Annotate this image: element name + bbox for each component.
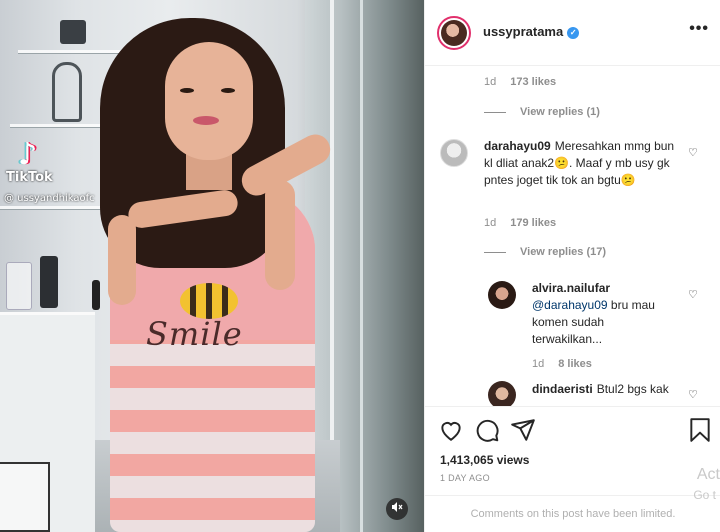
tiktok-label: TikTok [6, 170, 53, 185]
person-eye [221, 88, 235, 93]
comment-username[interactable]: darahayu09 [484, 139, 551, 153]
reply-body: alvira.nailufar @darahayu09 bru mau kome… [532, 280, 672, 348]
comment-body: darahayu09 Meresahkan mmg bun kl dliat an… [484, 138, 684, 189]
view-replies-button[interactable]: View replies (1) [484, 106, 600, 118]
avatar[interactable] [437, 16, 471, 50]
view-replies-button[interactable]: View replies (17) [484, 246, 606, 258]
view-replies-label[interactable]: View replies (17) [520, 246, 606, 258]
reply-username[interactable]: dindaeristi [532, 382, 593, 396]
like-heart-icon[interactable]: ♡ [688, 146, 698, 159]
comment-likes[interactable]: 173 likes [510, 76, 556, 88]
mention-link[interactable]: @darahayu09 [532, 298, 608, 312]
reply-time: 1d [532, 358, 545, 370]
reply-text: Btul2 bgs kak [596, 382, 669, 396]
bottle [92, 280, 100, 310]
like-heart-icon[interactable]: ♡ [688, 388, 698, 401]
view-count[interactable]: 1,413,065 views [440, 453, 529, 467]
reply-body: dindaeristi Btul2 bgs kak [532, 381, 682, 398]
shelf-object [60, 20, 86, 44]
more-options-icon[interactable]: ••• [689, 20, 709, 38]
bottle [40, 256, 58, 308]
post-actions: 1,413,065 views 1 DAY AGO Comments on th… [425, 406, 720, 532]
person-eye [180, 88, 194, 93]
post-header: ussypratama ✓ ••• [425, 0, 720, 66]
bee-print [180, 283, 238, 319]
comment-icon[interactable] [474, 417, 500, 443]
glass-shelf [0, 206, 108, 210]
speaker-muted-icon [392, 502, 403, 512]
avatar[interactable] [488, 281, 516, 309]
comment-likes[interactable]: 179 likes [510, 217, 556, 229]
comments-limited-notice: Comments on this post have been limited. [425, 495, 720, 532]
shelf-object [52, 62, 82, 122]
reply-meta: 1d 8 likes [532, 358, 592, 370]
avatar[interactable] [488, 381, 516, 406]
bookmark-icon[interactable] [687, 417, 713, 443]
view-replies-label[interactable]: View replies (1) [520, 106, 600, 118]
comment-time: 1d [484, 76, 497, 88]
avatar[interactable] [440, 139, 468, 167]
username-text[interactable]: ussypratama [483, 24, 563, 39]
activation-watermark-sub: Go t [693, 488, 716, 502]
replies-divider [484, 251, 506, 253]
person-face [165, 42, 253, 160]
jar [6, 262, 32, 310]
shirt-text: Smile [146, 315, 243, 353]
person-lips [193, 116, 219, 125]
cabinet-small [0, 462, 50, 532]
comment-time: 1d [484, 217, 497, 229]
comment-meta: 1d 173 likes [484, 76, 556, 88]
person-arm [265, 180, 295, 290]
tiktok-note-icon: ♪ [18, 137, 38, 172]
tiktok-watermark: ♪ TikTok [6, 137, 68, 186]
activation-watermark: Act [696, 466, 720, 483]
reply-username[interactable]: alvira.nailufar [532, 280, 668, 297]
comments-list[interactable]: 1d 173 likes View replies (1) darahayu09 M… [425, 66, 720, 406]
share-icon[interactable] [510, 417, 536, 443]
post-video[interactable]: Smile ♪ TikTok @ ussyandhikaofc [0, 0, 424, 532]
reply-likes[interactable]: 8 likes [558, 358, 592, 370]
post-timestamp[interactable]: 1 DAY AGO [440, 473, 490, 483]
like-heart-icon[interactable]: ♡ [688, 288, 698, 301]
verified-badge-icon: ✓ [567, 27, 580, 39]
door-frame-2 [360, 0, 363, 532]
replies-divider [484, 111, 506, 113]
post-side-panel: ussypratama ✓ ••• 1d 173 likes View replie… [424, 0, 720, 532]
comment-meta: 1d 179 likes [484, 217, 556, 229]
mute-button[interactable] [386, 498, 408, 520]
heart-icon[interactable] [438, 417, 464, 443]
glass-shelf [18, 50, 122, 54]
tiktok-handle: @ ussyandhikaofc [4, 193, 95, 204]
header-username[interactable]: ussypratama ✓ [483, 24, 580, 39]
person-arm [108, 215, 136, 305]
